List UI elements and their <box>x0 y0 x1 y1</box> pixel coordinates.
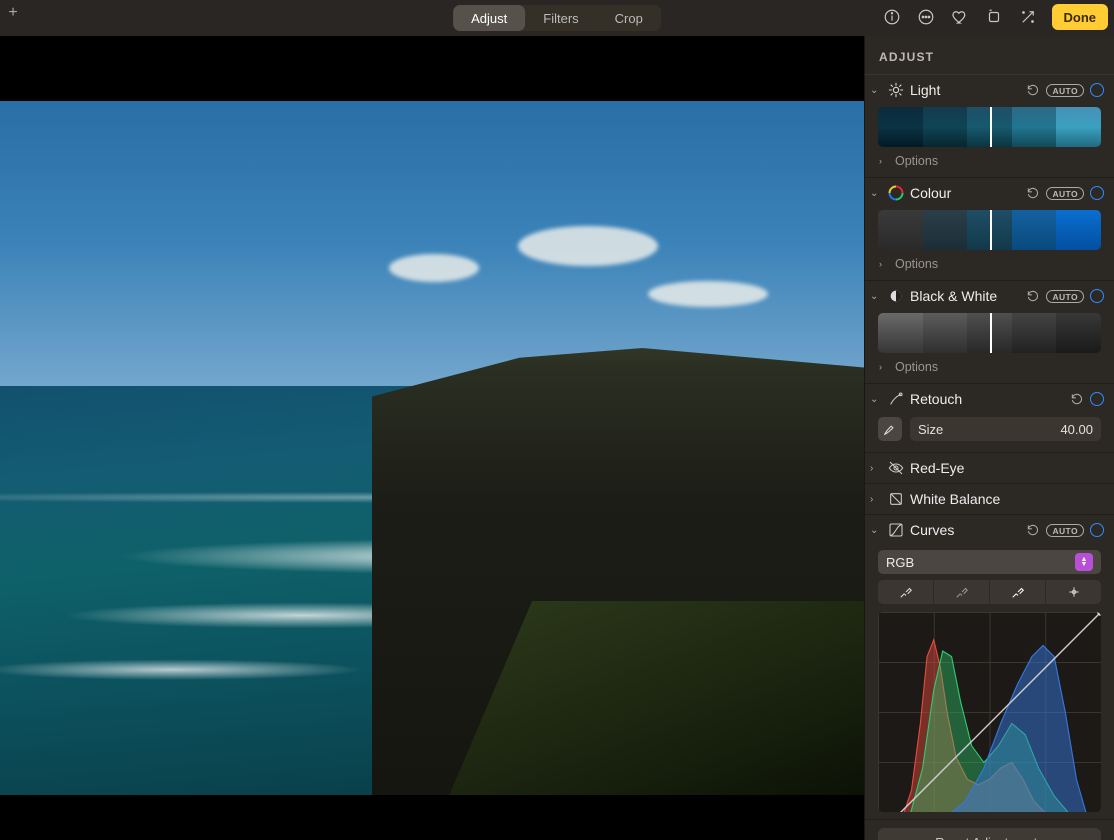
chevron-right-icon: › <box>879 156 891 166</box>
section-title: Colour <box>910 185 1020 201</box>
white-balance-icon <box>888 491 904 507</box>
disclosure-icon[interactable]: ⌄ <box>870 394 882 405</box>
grey-point-picker[interactable] <box>934 580 989 604</box>
section-title: Red-Eye <box>910 460 1104 476</box>
auto-button[interactable]: AUTO <box>1046 524 1084 537</box>
section-colour: ⌄ Colour AUTO › Opt <box>865 178 1114 281</box>
enable-ring[interactable] <box>1090 523 1104 537</box>
size-label: Size <box>918 422 943 437</box>
section-light: ⌄ Light AUTO › Opti <box>865 75 1114 178</box>
disclosure-icon[interactable]: › <box>870 463 882 474</box>
retouch-icon <box>888 391 904 407</box>
enable-ring[interactable] <box>1090 392 1104 406</box>
mode-segmented-control: Adjust Filters Crop <box>453 5 661 31</box>
section-white-balance: › White Balance <box>865 484 1114 515</box>
auto-button[interactable]: AUTO <box>1046 84 1084 97</box>
reset-icon[interactable] <box>1070 392 1084 406</box>
tab-adjust[interactable]: Adjust <box>453 5 525 31</box>
top-toolbar: + Adjust Filters Crop Done <box>0 0 1114 36</box>
section-retouch: ⌄ Retouch Size 40.00 <box>865 384 1114 453</box>
curves-graph[interactable] <box>878 612 1101 812</box>
section-title: White Balance <box>910 491 1104 507</box>
light-options[interactable]: › Options <box>865 150 1114 176</box>
adjust-panel: ADJUST ⌄ Light AUTO <box>864 36 1114 840</box>
section-black-white: ⌄ Black & White AUTO › <box>865 281 1114 384</box>
photo-preview <box>0 101 864 795</box>
reset-adjustments-button[interactable]: Reset Adjustments <box>878 828 1101 840</box>
section-title: Retouch <box>910 391 1064 407</box>
bw-options[interactable]: › Options <box>865 356 1114 382</box>
colour-options[interactable]: › Options <box>865 253 1114 279</box>
section-curves: ⌄ Curves AUTO RGB ▲▼ <box>865 515 1114 820</box>
auto-enhance-icon[interactable] <box>1018 7 1038 27</box>
light-preview-strip[interactable] <box>878 107 1101 147</box>
section-red-eye: › Red-Eye <box>865 453 1114 484</box>
curves-channel-select[interactable]: RGB ▲▼ <box>878 550 1101 574</box>
auto-button[interactable]: AUTO <box>1046 290 1084 303</box>
size-value: 40.00 <box>1060 422 1093 437</box>
favourite-icon[interactable] <box>950 7 970 27</box>
chevron-right-icon: › <box>879 259 891 269</box>
tab-crop[interactable]: Crop <box>597 5 661 31</box>
disclosure-icon[interactable]: ⌄ <box>870 525 882 536</box>
add-point-button[interactable] <box>1046 580 1101 604</box>
info-icon[interactable] <box>882 7 902 27</box>
options-label: Options <box>895 257 938 271</box>
section-title: Curves <box>910 522 1020 538</box>
red-eye-icon <box>888 460 904 476</box>
enable-ring[interactable] <box>1090 289 1104 303</box>
retouch-brush-button[interactable] <box>878 417 902 441</box>
channel-value: RGB <box>886 555 914 570</box>
section-title: Black & White <box>910 288 1020 304</box>
black-point-picker[interactable] <box>878 580 933 604</box>
disclosure-icon[interactable]: ⌄ <box>870 291 882 302</box>
bw-icon <box>888 288 904 304</box>
enable-ring[interactable] <box>1090 186 1104 200</box>
reset-icon[interactable] <box>1026 186 1040 200</box>
reset-icon[interactable] <box>1026 83 1040 97</box>
section-title: Light <box>910 82 1020 98</box>
reset-icon[interactable] <box>1026 523 1040 537</box>
colour-preview-strip[interactable] <box>878 210 1101 250</box>
rotate-icon[interactable] <box>984 7 1004 27</box>
reset-icon[interactable] <box>1026 289 1040 303</box>
disclosure-icon[interactable]: › <box>870 494 882 505</box>
colour-icon <box>888 185 904 201</box>
disclosure-icon[interactable]: ⌄ <box>870 85 882 96</box>
disclosure-icon[interactable]: ⌄ <box>870 188 882 199</box>
more-icon[interactable] <box>916 7 936 27</box>
auto-button[interactable]: AUTO <box>1046 187 1084 200</box>
options-label: Options <box>895 154 938 168</box>
add-icon[interactable]: + <box>4 4 22 22</box>
tab-filters[interactable]: Filters <box>525 5 596 31</box>
bw-preview-strip[interactable] <box>878 313 1101 353</box>
select-arrows-icon: ▲▼ <box>1075 553 1093 571</box>
chevron-right-icon: › <box>879 362 891 372</box>
done-button[interactable]: Done <box>1052 4 1109 30</box>
light-icon <box>888 82 904 98</box>
toolbar-right: Done <box>882 4 1109 30</box>
options-label: Options <box>895 360 938 374</box>
panel-header: ADJUST <box>865 36 1114 75</box>
image-canvas[interactable] <box>0 36 864 840</box>
enable-ring[interactable] <box>1090 83 1104 97</box>
white-point-picker[interactable] <box>990 580 1045 604</box>
retouch-size-field[interactable]: Size 40.00 <box>910 417 1101 441</box>
curves-icon <box>888 522 904 538</box>
curves-picker-row <box>878 580 1101 604</box>
